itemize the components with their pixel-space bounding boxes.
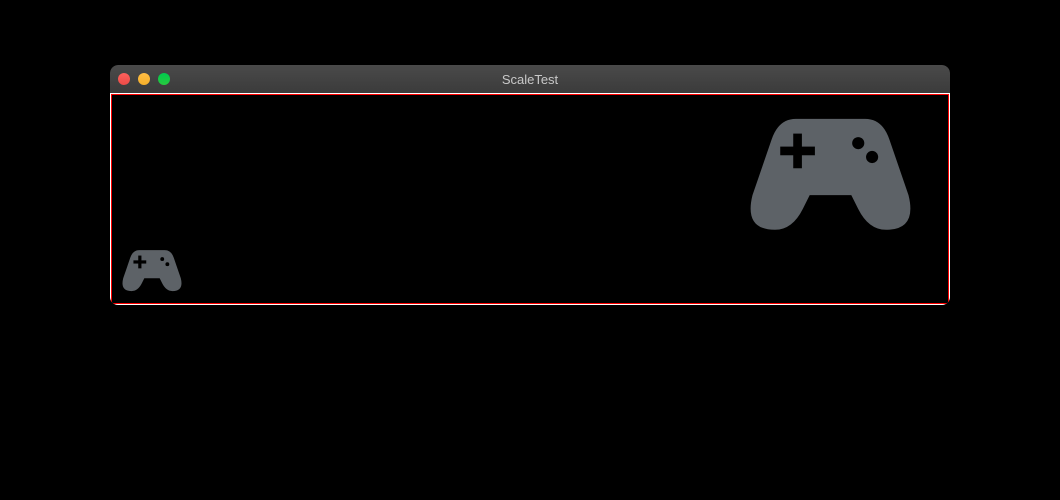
app-window: ScaleTest bbox=[110, 65, 950, 305]
traffic-lights bbox=[118, 73, 170, 85]
minimize-button[interactable] bbox=[138, 73, 150, 85]
close-button[interactable] bbox=[118, 73, 130, 85]
zoom-button[interactable] bbox=[158, 73, 170, 85]
content-frame bbox=[111, 94, 949, 304]
game-controller-icon bbox=[743, 105, 918, 235]
titlebar[interactable]: ScaleTest bbox=[110, 65, 950, 93]
window-content bbox=[110, 93, 950, 305]
game-controller-icon bbox=[120, 245, 184, 293]
window-title: ScaleTest bbox=[110, 72, 950, 87]
